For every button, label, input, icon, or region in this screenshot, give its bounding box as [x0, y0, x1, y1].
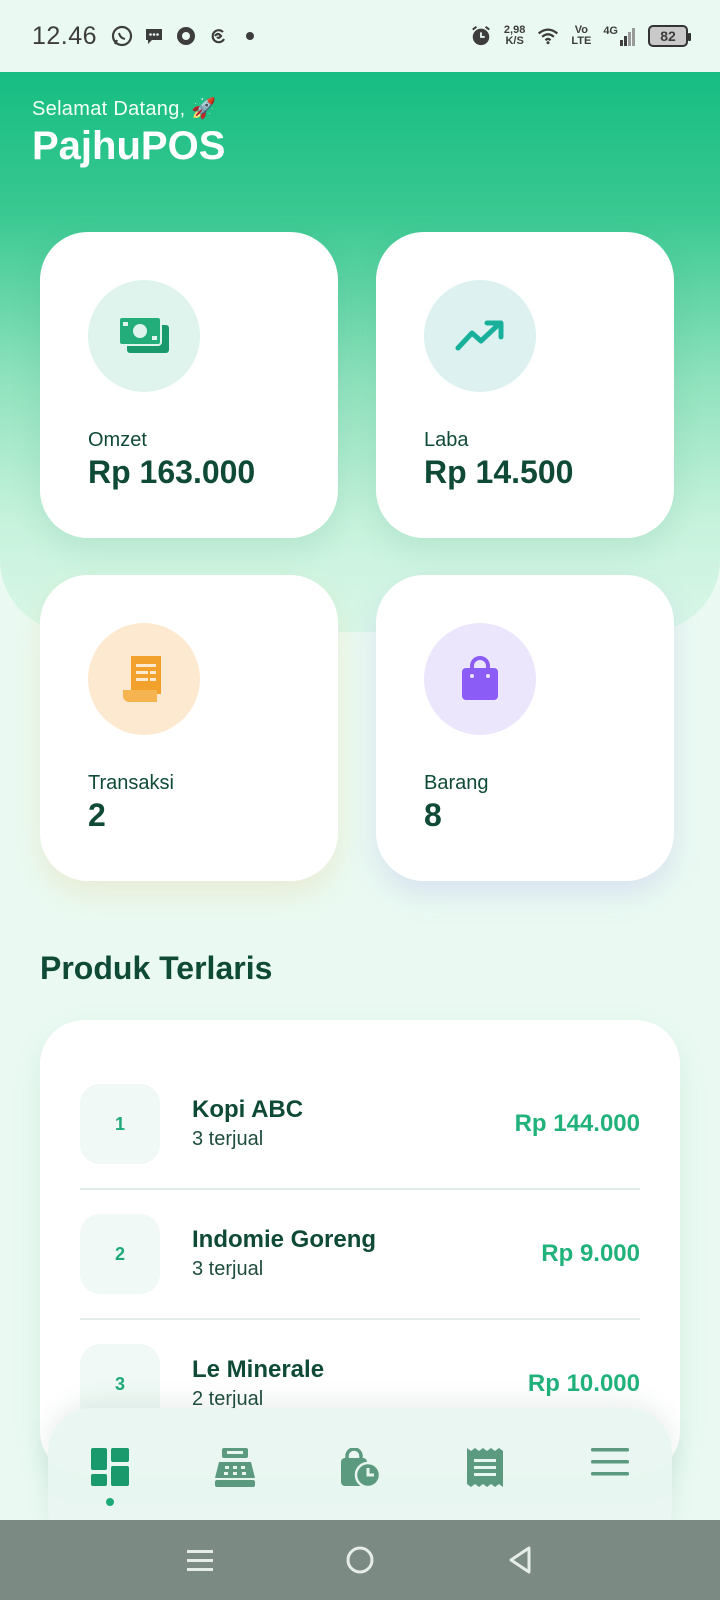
alarm-icon: [470, 25, 492, 47]
signal-indicator: 4G: [603, 26, 636, 46]
list-item[interactable]: 2 Indomie Goreng 3 terjual Rp 9.000: [80, 1214, 640, 1294]
transaksi-card[interactable]: Transaksi 2: [40, 575, 338, 881]
receipt-list-icon: [466, 1448, 503, 1487]
product-revenue: Rp 10.000: [527, 1370, 640, 1397]
laba-card[interactable]: Laba Rp 14.500: [376, 232, 674, 538]
rank-badge: 1: [80, 1084, 160, 1164]
more-notifications-dot-icon: [239, 25, 261, 47]
product-name: Le Minerale: [192, 1356, 325, 1383]
barang-value: 8: [424, 797, 442, 833]
laba-value: Rp 14.500: [424, 454, 574, 490]
whatsapp-icon: [111, 25, 133, 47]
wifi-icon: [537, 25, 559, 47]
home-icon[interactable]: [345, 1545, 375, 1575]
money-icon: [88, 280, 200, 392]
chat-icon: [143, 25, 165, 47]
omzet-label: Omzet: [88, 429, 147, 451]
back-icon[interactable]: [506, 1545, 534, 1575]
volte-indicator: Vo LTE: [571, 24, 592, 47]
list-item[interactable]: 1 Kopi ABC 3 terjual Rp 144.000: [80, 1084, 640, 1164]
threads-icon: [207, 25, 229, 47]
menu-icon: [590, 1448, 629, 1476]
cash-register-icon: [215, 1448, 256, 1487]
rank-badge: 2: [80, 1214, 160, 1294]
nav-dashboard[interactable]: [70, 1448, 150, 1528]
signal-bars-icon: [620, 28, 635, 46]
trending-up-icon: [424, 280, 536, 392]
dashboard-icon: [91, 1448, 130, 1486]
shopping-history-icon: [340, 1448, 381, 1488]
transaksi-value: 2: [88, 797, 106, 833]
system-navigation-bar: [0, 1520, 720, 1600]
network-speed: 2,98 K/S: [503, 24, 526, 47]
nav-history[interactable]: [320, 1448, 400, 1528]
divider: [80, 1188, 640, 1190]
greeting-text: Selamat Datang, 🚀: [32, 98, 217, 120]
transaksi-label: Transaksi: [88, 772, 174, 794]
shopping-bag-icon: [424, 623, 536, 735]
product-sold-count: 3 terjual: [192, 1128, 264, 1150]
barang-card[interactable]: Barang 8: [376, 575, 674, 881]
app-notification-icon: [175, 25, 197, 47]
omzet-value: Rp 163.000: [88, 454, 256, 490]
section-title-best-sellers: Produk Terlaris: [40, 950, 273, 986]
app-title: PajhuPOS: [32, 124, 226, 168]
nav-cashier[interactable]: [195, 1448, 275, 1528]
divider: [80, 1318, 640, 1320]
product-name: Kopi ABC: [192, 1096, 304, 1123]
active-indicator-dot: [106, 1498, 115, 1506]
battery-indicator: 82: [648, 25, 691, 47]
nav-menu[interactable]: [570, 1448, 650, 1528]
recent-apps-icon[interactable]: [186, 1546, 214, 1574]
product-revenue: Rp 144.000: [514, 1110, 640, 1137]
product-sold-count: 3 terjual: [192, 1258, 264, 1280]
nav-reports[interactable]: [445, 1448, 525, 1528]
status-time: 12.46: [32, 21, 98, 50]
best-sellers-list: 1 Kopi ABC 3 terjual Rp 144.000 2 Indomi…: [40, 1020, 680, 1475]
laba-label: Laba: [424, 429, 469, 451]
product-revenue: Rp 9.000: [541, 1240, 640, 1267]
barang-label: Barang: [424, 772, 489, 794]
status-bar: 12.46 2,98 K/S Vo LTE 4G 82: [0, 0, 720, 72]
product-name: Indomie Goreng: [192, 1226, 377, 1253]
receipt-icon: [88, 623, 200, 735]
omzet-card[interactable]: Omzet Rp 163.000: [40, 232, 338, 538]
